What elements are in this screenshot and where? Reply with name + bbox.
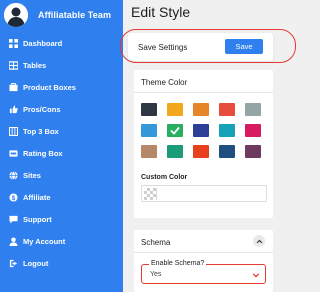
sidebar: Affiliatable Team Dashboard Tables Produ… [0,0,123,292]
enable-schema-label: Enable Schema? [149,260,207,267]
svg-text:$: $ [12,194,16,201]
sidebar-item-label: Support [23,214,52,224]
dashboard-icon [9,38,18,48]
check-icon [167,124,183,137]
save-button[interactable]: Save [225,39,263,54]
schema-title: Schema [141,238,171,247]
main-content: Edit Style Save Settings Save Theme Colo… [120,0,300,292]
color-swatch[interactable] [141,124,157,137]
chevron-up-icon [256,239,262,243]
brand: Affiliatable Team [4,2,111,28]
custom-color-input[interactable] [141,185,267,202]
save-settings-label: Save Settings [138,42,188,52]
color-swatch[interactable] [245,124,261,137]
dollar-icon: $ [9,192,18,202]
theme-color-card: Theme Color Custom Color [134,70,273,218]
color-swatch[interactable] [167,124,183,137]
theme-color-title: Theme Color [141,78,188,87]
sidebar-item-rating-box[interactable]: Rating Box [0,142,123,164]
color-swatch[interactable] [193,124,209,137]
sidebar-item-label: Affiliate [23,192,51,202]
enable-schema-select[interactable]: Enable Schema? Yes [141,260,266,284]
sidebar-item-top-3-box[interactable]: Top 3 Box [0,120,123,142]
sidebar-item-pros-cons[interactable]: Pros/Cons [0,98,123,120]
color-swatch[interactable] [219,103,235,116]
schema-card: Schema Enable Schema? Yes [134,230,273,292]
color-swatch[interactable] [167,145,183,158]
divider [134,92,273,93]
globe-icon [9,170,18,180]
sidebar-item-label: Sites [23,170,41,180]
color-swatch[interactable] [219,124,235,137]
top-box-icon [9,126,18,136]
color-swatch[interactable] [219,145,235,158]
sidebar-item-support[interactable]: Support [0,208,123,230]
sidebar-item-label: Dashboard [23,38,63,48]
page-title: Edit Style [131,4,191,20]
sidebar-item-my-account[interactable]: My Account [0,230,123,252]
color-swatch[interactable] [141,103,157,116]
sidebar-item-affiliate[interactable]: $ Affiliate [0,186,123,208]
product-box-icon [9,82,18,92]
enable-schema-value: Yes [150,271,162,278]
sidebar-item-sites[interactable]: Sites [0,164,123,186]
color-swatch[interactable] [167,103,183,116]
divider [134,252,273,253]
sidebar-item-logout[interactable]: Logout [0,252,123,274]
color-swatch[interactable] [245,145,261,158]
support-icon [9,215,18,224]
save-settings-card: Save Settings Save [128,33,273,61]
sidebar-item-label: Rating Box [23,148,63,158]
sidebar-item-label: Tables [23,60,47,70]
sidebar-item-tables[interactable]: Tables [0,54,123,76]
sidebar-item-label: Logout [23,258,49,268]
custom-color-label: Custom Color [141,174,188,181]
sidebar-item-label: Top 3 Box [23,126,59,136]
sidebar-item-label: My Account [23,236,66,246]
color-swatch[interactable] [193,145,209,158]
brand-name: Affiliatable Team [38,10,112,20]
thumbs-icon [9,104,18,114]
rating-icon [9,149,18,158]
sidebar-item-product-boxes[interactable]: Product Boxes [0,76,123,98]
user-icon [9,236,18,246]
transparent-preview-icon [144,188,157,200]
sidebar-item-label: Pros/Cons [23,104,61,114]
avatar[interactable] [4,3,28,27]
logout-icon [9,259,18,268]
color-swatch[interactable] [141,145,157,158]
table-icon [9,60,18,70]
sidebar-nav: Dashboard Tables Product Boxes Pros/Cons… [0,32,123,274]
color-swatch[interactable] [193,103,209,116]
color-swatch[interactable] [245,103,261,116]
sidebar-item-label: Product Boxes [23,82,76,92]
chevron-down-icon [252,273,260,278]
collapse-toggle[interactable] [253,235,265,247]
sidebar-item-dashboard[interactable]: Dashboard [0,32,123,54]
